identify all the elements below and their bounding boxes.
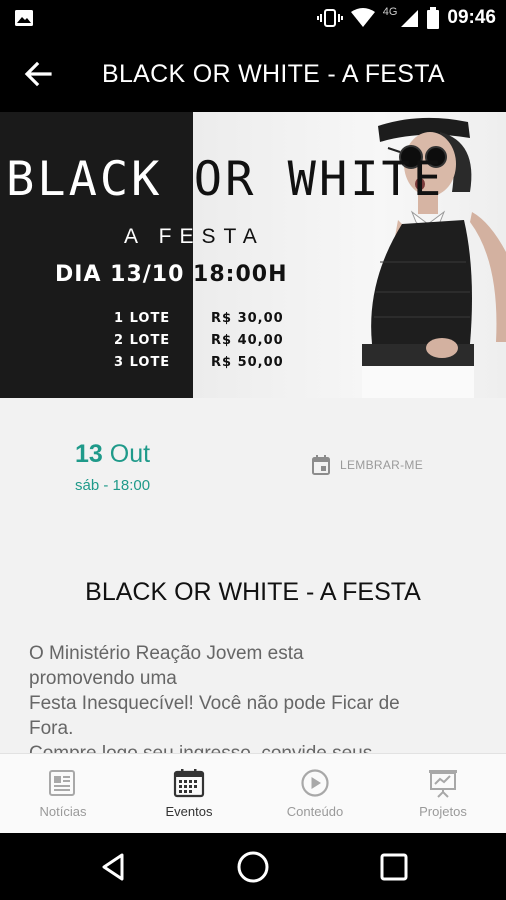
system-navigation-bar: [0, 833, 506, 900]
news-icon: [49, 770, 75, 796]
lote-name-1: 1 LOTE: [114, 311, 171, 326]
network-type: 4G: [382, 6, 398, 18]
description-line: promovendo uma: [29, 668, 177, 689]
banner-title-light: BLACK OR WHITE: [193, 152, 445, 207]
lote-price-1: R$ 30,00: [211, 311, 284, 326]
event-month: Out: [109, 440, 151, 468]
event-day: 13: [75, 440, 103, 468]
banner-text-light-inner: BLACK OR WHITE A FESTA DIA 13/10 18:00H …: [193, 112, 506, 398]
vibrate-icon: [316, 9, 343, 27]
event-title: BLACK OR WHITE - A FESTA: [85, 578, 421, 606]
system-recents-icon[interactable]: [374, 847, 414, 887]
banner-title: BLACK OR WHITE: [6, 152, 193, 207]
wifi-icon: [350, 8, 375, 27]
presentation-icon: [429, 770, 457, 798]
description-line: Festa Inesquecível! Você não pode Ficar …: [29, 693, 400, 714]
clock: 09:46: [447, 7, 496, 28]
calendar-add-icon: [312, 455, 330, 475]
banner-text-dark: BLACK OR WHITE A FESTA DIA 13/10 18:00H …: [0, 112, 193, 398]
nav-item-projetos[interactable]: Projetos: [380, 754, 506, 834]
event-banner: BLACK OR WHITE A FESTA DIA 13/10 18:00H …: [0, 112, 506, 398]
play-circle-icon: [301, 769, 329, 797]
lote-name-2: 2 LOTE: [114, 333, 171, 348]
nav-item-noticias[interactable]: Notícias: [0, 754, 126, 834]
system-home-icon[interactable]: [233, 847, 273, 887]
bottom-navigation: Notícias Eventos Conteúdo Projetos: [0, 753, 506, 833]
event-date: 13 Out: [75, 440, 150, 469]
event-weekday-time: sáb - 18:00: [75, 477, 151, 494]
nav-item-eventos[interactable]: Eventos: [126, 754, 252, 834]
nav-item-conteudo[interactable]: Conteúdo: [252, 754, 378, 834]
app-bar: BLACK OR WHITE - A FESTA: [0, 36, 506, 112]
nav-label: Notícias: [39, 804, 87, 819]
banner-subtitle-light: A FESTA: [193, 225, 265, 248]
description-line: O Ministério Reação Jovem esta: [29, 643, 304, 664]
status-bar: 4G 09:46: [0, 0, 506, 36]
status-icons: 4G 09:46: [316, 0, 496, 36]
calendar-icon: [173, 769, 205, 798]
arrow-back-icon[interactable]: [20, 58, 56, 90]
nav-label: Eventos: [165, 804, 213, 819]
banner-subtitle: A FESTA: [124, 225, 193, 248]
banner-date: DIA 13/10 18:00H: [55, 262, 193, 287]
lote-price-2: R$ 40,00: [211, 333, 284, 348]
battery-icon: [427, 7, 440, 29]
screen: 4G 09:46 BLACK OR WHITE - A FESTA BLACK …: [0, 0, 506, 900]
nav-label: Conteúdo: [286, 804, 344, 819]
banner-text-light: BLACK OR WHITE A FESTA DIA 13/10 18:00H …: [193, 112, 506, 398]
banner-date-light: DIA 13/10 18:00H: [193, 262, 288, 287]
remind-me-button[interactable]: LEMBRAR-ME: [312, 454, 423, 476]
signal-icon: [401, 10, 419, 27]
image-icon: [15, 10, 33, 26]
nav-label: Projetos: [419, 804, 467, 819]
remind-me-label: LEMBRAR-ME: [340, 458, 424, 472]
event-description: O Ministério Reação Jovem esta promovend…: [29, 641, 479, 766]
lote-name-3: 3 LOTE: [114, 355, 171, 370]
description-line: Fora.: [29, 718, 74, 739]
system-back-icon[interactable]: [94, 847, 134, 887]
page-title: BLACK OR WHITE - A FESTA: [102, 60, 445, 88]
lote-price-3: R$ 50,00: [211, 355, 284, 370]
